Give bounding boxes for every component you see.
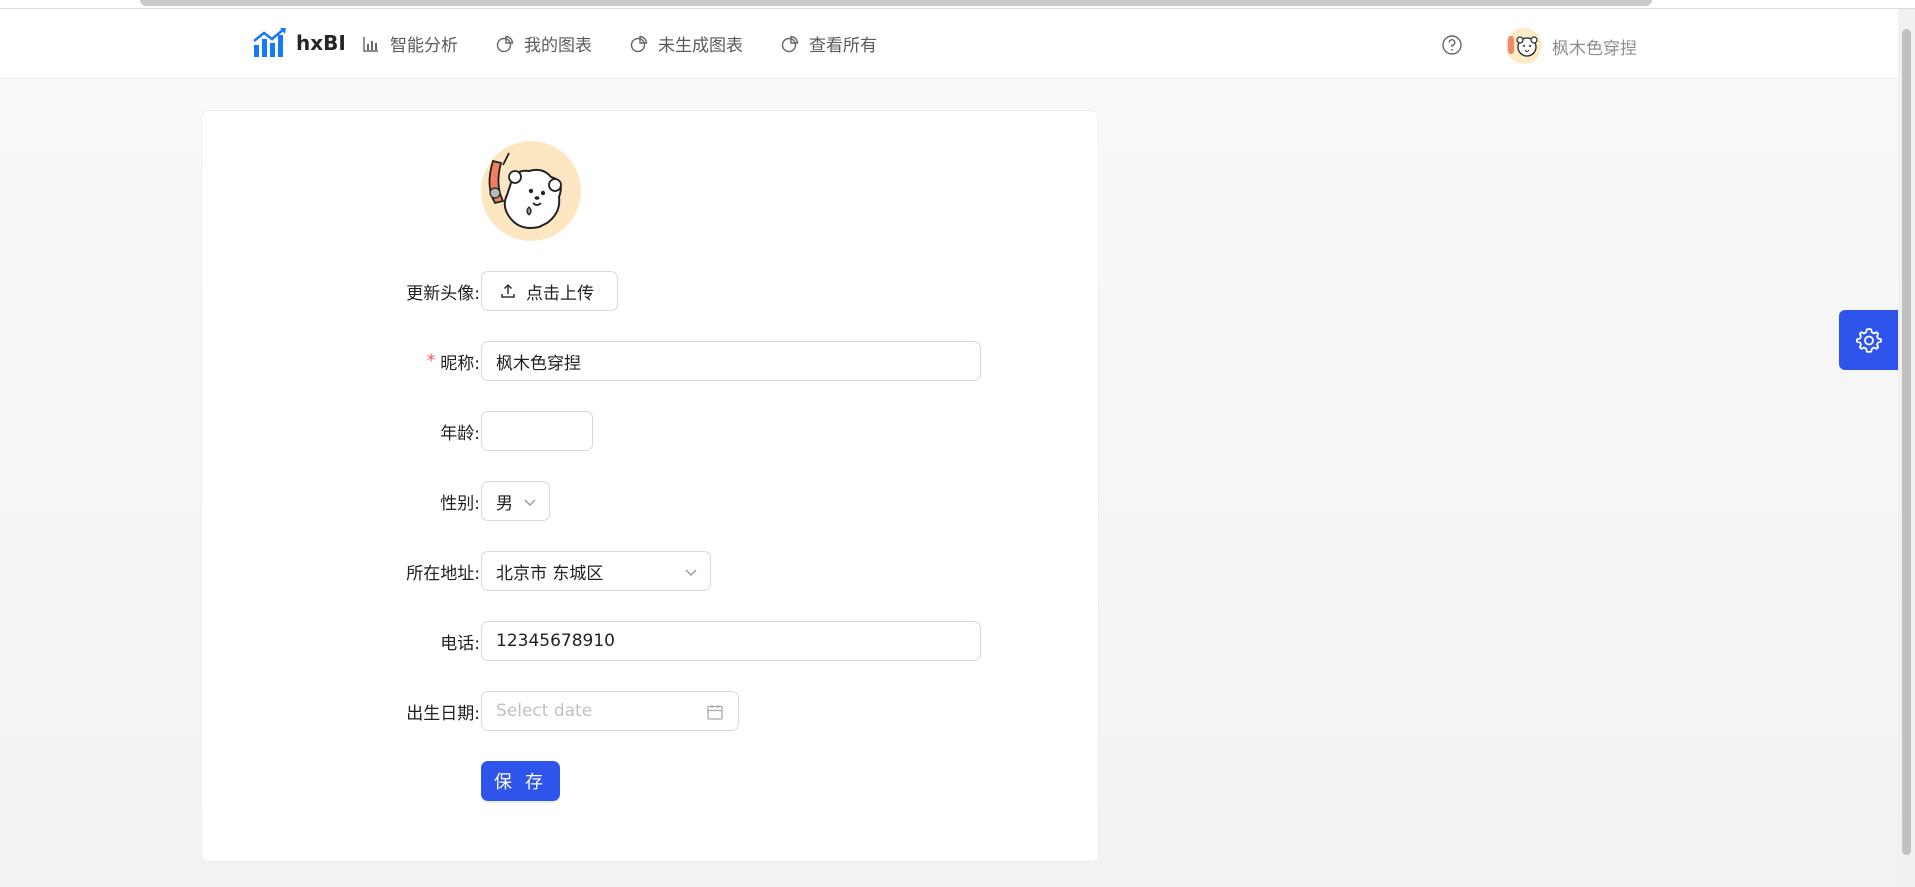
nav-item-smart-analysis[interactable]: 智能分析: [362, 31, 458, 56]
nav-label: 查看所有: [809, 36, 877, 56]
vertical-scrollbar[interactable]: [1898, 9, 1915, 887]
avatar: [1506, 28, 1542, 64]
label-wrapper: 所在地址:: [0, 551, 480, 591]
nav-label: 我的图表: [524, 36, 592, 56]
nav-label: 未生成图表: [658, 36, 743, 56]
birthday-placeholder: Select date: [496, 701, 593, 721]
label-wrapper: 年龄:: [0, 411, 480, 451]
save-button[interactable]: 保 存: [481, 761, 560, 801]
profile-avatar: [481, 141, 581, 241]
address-value: 北京市 东城区: [496, 563, 604, 584]
label-wrapper: * 昵称:: [0, 341, 480, 381]
settings-drawer-button[interactable]: [1839, 310, 1899, 370]
avatar-label: 更新头像:: [406, 283, 480, 304]
required-mark: *: [426, 351, 437, 371]
nav-item-view-all[interactable]: 查看所有: [781, 31, 877, 56]
pie-chart-icon: [496, 35, 514, 52]
gear-icon: [1856, 328, 1882, 353]
birthday-label: 出生日期:: [406, 703, 480, 724]
phone-input[interactable]: 12345678910: [481, 621, 981, 661]
upload-label: 点击上传: [526, 283, 594, 304]
age-input[interactable]: [481, 411, 593, 451]
brand-logo[interactable]: hxBI: [252, 27, 346, 59]
nav-item-my-charts[interactable]: 我的图表: [496, 31, 592, 56]
gender-select[interactable]: 男: [481, 481, 550, 521]
user-menu[interactable]: 枫木色穿揑: [1506, 28, 1637, 64]
nickname-value: 枫木色穿揑: [496, 353, 581, 374]
bear-avatar-icon: [488, 152, 562, 229]
address-cascader[interactable]: 北京市 东城区: [481, 551, 711, 591]
chevron-down-icon: [685, 569, 697, 576]
birthday-datepicker[interactable]: Select date: [481, 691, 739, 731]
address-label: 所在地址:: [406, 563, 480, 584]
gender-value: 男: [496, 493, 513, 514]
nav-label: 智能分析: [390, 36, 458, 56]
phone-value: 12345678910: [496, 631, 615, 651]
brand-name: hxBI: [296, 31, 346, 55]
scrollbar-thumb[interactable]: [1902, 29, 1911, 855]
label-wrapper: 性别:: [0, 481, 480, 521]
pie-chart-icon: [781, 35, 799, 52]
user-name: 枫木色穿揑: [1552, 38, 1637, 59]
calendar-icon: [707, 705, 723, 720]
upload-button[interactable]: 点击上传: [481, 271, 618, 311]
phone-label: 电话:: [440, 633, 480, 654]
nickname-input[interactable]: 枫木色穿揑: [481, 341, 981, 381]
chart-logo-icon: [253, 28, 286, 57]
bar-chart-icon: [363, 36, 378, 52]
nickname-label: 昵称:: [440, 353, 480, 374]
bear-avatar-icon: [1508, 36, 1538, 57]
nav-item-ungenerated-charts[interactable]: 未生成图表: [630, 31, 743, 56]
pie-chart-icon: [630, 35, 648, 52]
question-circle-icon[interactable]: [1441, 34, 1463, 56]
age-label: 年龄:: [440, 423, 480, 444]
gender-label: 性别:: [440, 493, 480, 514]
main-nav: 智能分析 我的图表 未生成图表 查看所有: [362, 31, 877, 56]
label-wrapper: 出生日期:: [0, 691, 480, 731]
upload-icon: [501, 283, 515, 298]
horizontal-scroll-thumb[interactable]: [140, 0, 1652, 6]
top-header: hxBI 智能分析 我的图表 未生成图表 查看所有 枫木色穿揑: [0, 9, 1898, 79]
label-wrapper: 电话:: [0, 621, 480, 661]
label-wrapper: 更新头像:: [0, 271, 480, 311]
browser-top-strip: [0, 0, 1915, 9]
chevron-down-icon: [524, 499, 536, 506]
